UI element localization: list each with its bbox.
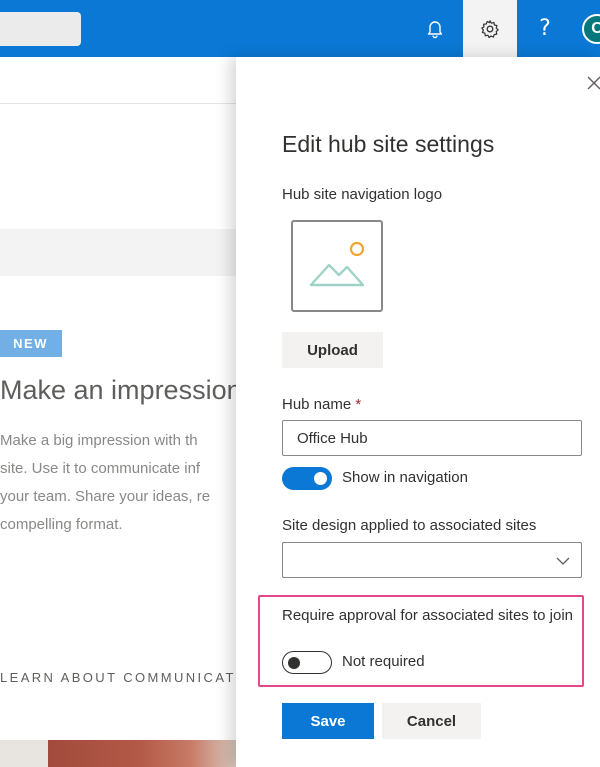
- page-paragraph: Make a big impression with th site. Use …: [0, 427, 236, 539]
- image-placeholder-icon: [309, 241, 365, 287]
- hub-name-input[interactable]: Office Hub: [282, 420, 582, 456]
- page-heading: Make an impression: [0, 375, 236, 405]
- search-box[interactable]: [0, 12, 81, 46]
- toggle-knob: [288, 656, 300, 669]
- hub-name-label-text: Hub name: [282, 396, 352, 413]
- help-button[interactable]: ?: [518, 0, 572, 57]
- show-in-navigation-label: Show in navigation: [342, 469, 468, 486]
- paragraph-line: Make a big impression with th: [0, 432, 198, 449]
- avatar-initial: C: [591, 20, 600, 37]
- toggle-knob: [314, 472, 327, 485]
- paragraph-line: your team. Share your ideas, re: [0, 488, 211, 505]
- site-design-label: Site design applied to associated sites: [282, 517, 537, 534]
- learn-more-link[interactable]: LEARN ABOUT COMMUNICAT: [0, 670, 236, 685]
- suite-header: ? C: [0, 0, 600, 57]
- new-badge: NEW: [0, 330, 62, 357]
- require-approval-toggle[interactable]: [282, 651, 332, 674]
- show-in-navigation-toggle[interactable]: [282, 467, 332, 490]
- approval-status-label: Not required: [342, 653, 425, 670]
- paragraph-line: compelling format.: [0, 516, 123, 533]
- close-button[interactable]: [584, 73, 600, 93]
- hero-image: [0, 740, 236, 767]
- logo-preview[interactable]: [291, 220, 383, 312]
- divider: [0, 103, 236, 104]
- logo-label: Hub site navigation logo: [282, 186, 443, 203]
- save-button[interactable]: Save: [282, 703, 374, 739]
- hub-name-value: Office Hub: [297, 429, 368, 447]
- background-band: [0, 229, 236, 276]
- background-page: NEW Make an impression Make a big impres…: [0, 57, 236, 767]
- help-icon: ?: [539, 16, 551, 41]
- gear-icon: [481, 19, 499, 38]
- close-icon: [587, 76, 600, 90]
- edit-hub-settings-panel: Edit hub site settings Hub site navigati…: [236, 57, 600, 767]
- hub-name-label: Hub name *: [282, 396, 361, 413]
- panel-title: Edit hub site settings: [282, 131, 495, 157]
- bell-icon: [427, 20, 443, 38]
- approval-label: Require approval for associated sites to…: [282, 607, 573, 624]
- paragraph-line: site. Use it to communicate inf: [0, 460, 201, 477]
- notifications-button[interactable]: [408, 0, 462, 57]
- cancel-button[interactable]: Cancel: [382, 703, 481, 739]
- upload-button[interactable]: Upload: [282, 332, 383, 368]
- chevron-down-icon: [556, 557, 570, 565]
- site-design-dropdown[interactable]: [282, 542, 582, 578]
- user-avatar[interactable]: C: [582, 14, 600, 44]
- settings-button[interactable]: [463, 0, 517, 57]
- required-marker: *: [355, 396, 362, 413]
